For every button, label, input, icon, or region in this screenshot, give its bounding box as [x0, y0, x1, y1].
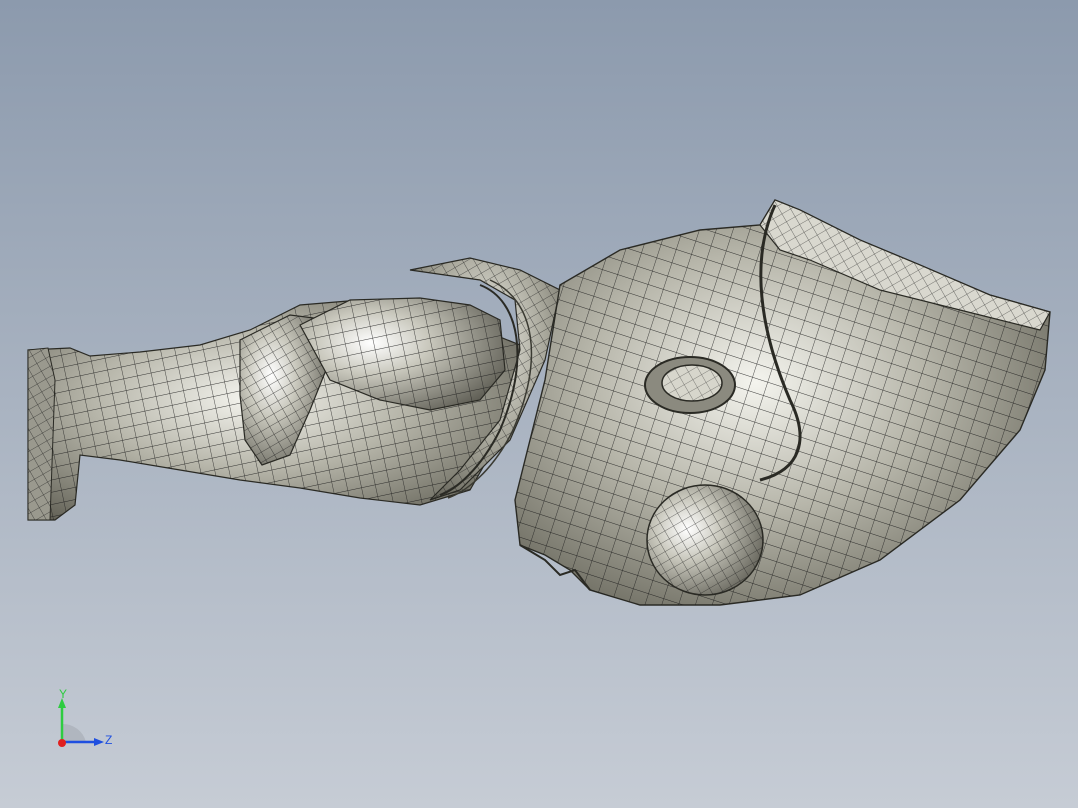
y-axis-label: Y: [59, 687, 67, 701]
head-part: [514, 199, 1051, 606]
3d-model-surface[interactable]: [0, 0, 1078, 808]
x-axis-icon: [58, 739, 66, 747]
graphics-viewport[interactable]: Y Z: [0, 0, 1078, 808]
axis-triad: Y Z: [58, 687, 112, 747]
z-axis-label: Z: [105, 733, 112, 747]
